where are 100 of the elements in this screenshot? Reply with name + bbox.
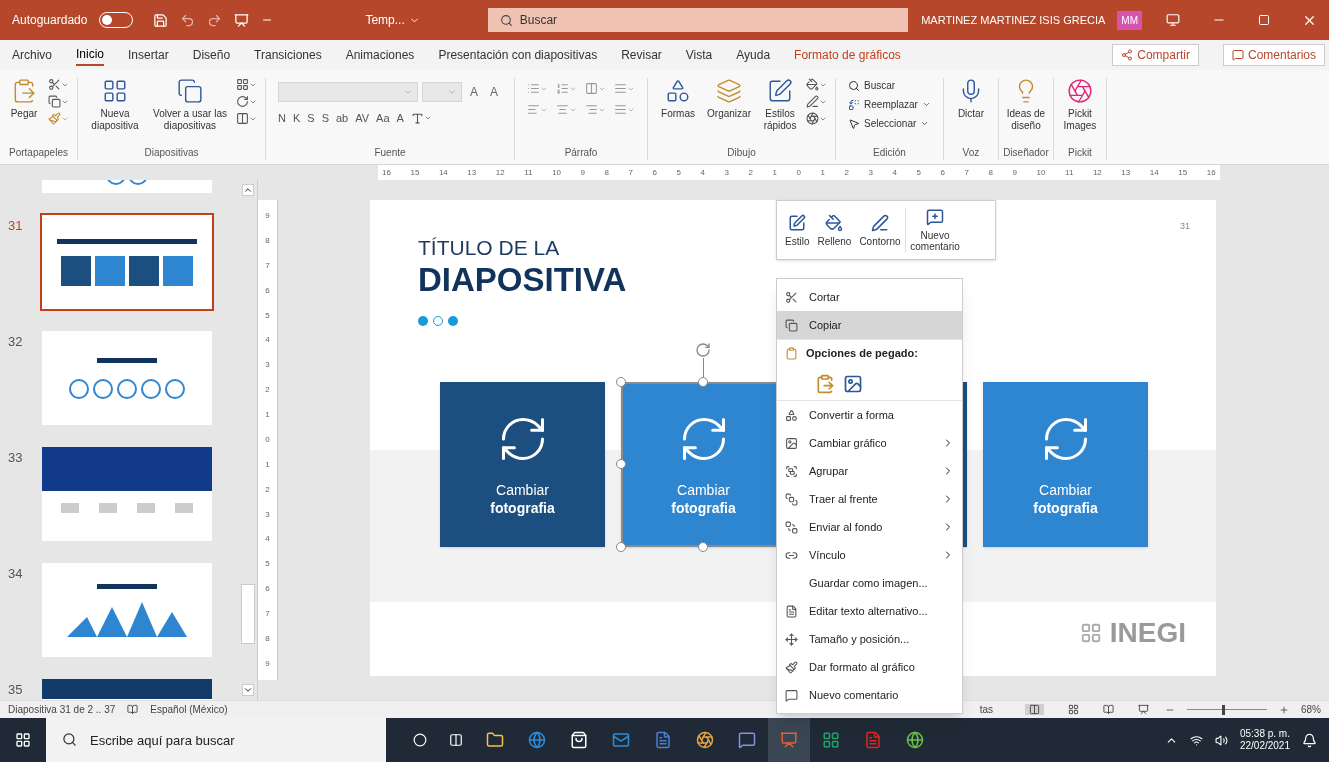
document-icon[interactable] — [654, 731, 672, 749]
ribbon-tab[interactable]: Vista — [685, 44, 713, 66]
book-icon[interactable] — [1103, 704, 1114, 715]
columns-icon[interactable] — [449, 733, 463, 747]
ribbon-tab[interactable]: Diseño — [192, 44, 231, 66]
clock-date[interactable]: 22/02/2021 — [1239, 740, 1290, 752]
zoom-thumb[interactable] — [1221, 704, 1225, 715]
numbering-button[interactable] — [556, 82, 578, 95]
ribbon-tab[interactable]: Insertar — [128, 44, 169, 66]
font-size-button[interactable]: A — [486, 83, 503, 101]
selection-handle[interactable] — [616, 377, 626, 387]
presentation-icon[interactable] — [780, 731, 798, 749]
ribbon-button[interactable]: Dictar — [951, 78, 990, 120]
ribbon-tab[interactable]: Revisar — [621, 44, 662, 66]
scrollbar-thumb[interactable] — [241, 584, 255, 644]
grid-icon[interactable] — [15, 732, 31, 748]
wifi-icon[interactable] — [1189, 733, 1203, 747]
rotate-handle[interactable] — [694, 342, 712, 377]
document-title[interactable]: Temp... — [365, 11, 405, 29]
font-size-field[interactable] — [422, 82, 462, 102]
font-format-button[interactable]: S — [321, 110, 329, 127]
slide-thumbnail[interactable] — [40, 329, 214, 427]
menu-item[interactable]: Dar formato al gráfico — [777, 653, 962, 681]
globe-icon[interactable] — [528, 731, 546, 749]
slide-thumbnail[interactable] — [40, 445, 214, 543]
font-size-button[interactable]: A — [466, 83, 482, 101]
plus-icon[interactable] — [1279, 704, 1289, 715]
menu-item[interactable]: Guardar como imagen... — [777, 569, 962, 597]
mail-icon[interactable] — [612, 731, 630, 749]
bullets-button[interactable] — [527, 82, 549, 95]
shape-effects-button[interactable] — [806, 112, 828, 125]
shape-fill-button[interactable] — [806, 78, 828, 91]
menu-item[interactable]: Copiar — [777, 311, 962, 339]
ribbon-tab[interactable]: Formato de gráficos — [794, 44, 901, 66]
menu-item[interactable]: Tamaño y posición... — [777, 625, 962, 653]
save-icon[interactable] — [153, 12, 169, 28]
redo-icon[interactable] — [207, 12, 223, 28]
image-icon[interactable] — [843, 373, 863, 394]
comments-button[interactable]: Comentarios — [1222, 44, 1325, 66]
slide-thumbnail[interactable] — [40, 213, 214, 311]
reset-button[interactable] — [236, 95, 257, 108]
selection-handle[interactable] — [616, 459, 626, 469]
ribbon-button[interactable]: Volver a usar las diapositivas — [152, 78, 228, 132]
document-icon[interactable] — [864, 731, 882, 749]
comment-icon[interactable] — [738, 731, 756, 749]
ribbon-button[interactable]: Organizar — [704, 78, 755, 132]
clock-time[interactable]: 05:38 p. m. — [1239, 728, 1290, 740]
selection-handle[interactable] — [698, 377, 708, 387]
menu-item[interactable]: Cortar — [777, 283, 962, 311]
scroll-up-button[interactable] — [242, 184, 254, 196]
cut-button[interactable] — [48, 78, 69, 91]
notes-button[interactable]: tas — [979, 702, 993, 717]
menu-item[interactable]: Nuevo comentario — [777, 681, 962, 709]
speaker-icon[interactable] — [1214, 733, 1228, 747]
ribbon-tab[interactable]: Archivo — [12, 44, 52, 66]
photo-tile[interactable]: Cambiar fotografia — [983, 382, 1148, 547]
ribbon-tab[interactable]: Ayuda — [736, 44, 771, 66]
grid-icon[interactable] — [1068, 704, 1079, 715]
ribbon-button[interactable]: Pegar — [8, 78, 40, 125]
language-label[interactable]: Español (México) — [150, 702, 228, 717]
clipboard-icon[interactable] — [815, 373, 835, 394]
monitor-icon[interactable] — [1166, 13, 1180, 27]
presentation-icon[interactable] — [234, 12, 250, 28]
toolbar-button[interactable]: Contorno — [855, 213, 905, 247]
square-icon[interactable] — [1258, 14, 1270, 26]
font-format-button[interactable]: Aa — [376, 110, 390, 127]
photo-tile[interactable]: Cambiar fotografia — [440, 382, 605, 547]
book-icon[interactable] — [127, 704, 139, 715]
find-button[interactable]: Buscar — [848, 78, 931, 93]
menu-item[interactable]: Editar texto alternativo... — [777, 597, 962, 625]
copy-button[interactable] — [48, 95, 69, 108]
toolbar-button[interactable]: Relleno — [813, 213, 856, 247]
font-name-field[interactable] — [278, 82, 418, 102]
zoom-slider[interactable] — [1187, 704, 1267, 715]
slide-thumbnail[interactable] — [40, 561, 214, 659]
columns-button[interactable] — [585, 82, 607, 95]
font-format-button[interactable]: N — [278, 110, 286, 127]
ribbon-tab[interactable]: Animaciones — [345, 44, 415, 66]
aperture-icon[interactable] — [696, 731, 714, 749]
globe-icon[interactable] — [906, 731, 924, 749]
circle-icon[interactable] — [413, 733, 427, 747]
toolbar-button[interactable]: Estilo — [781, 213, 814, 247]
font-format-button[interactable]: K — [292, 110, 301, 127]
select-button[interactable]: Seleccionar — [848, 116, 931, 131]
ribbon-tab[interactable]: Presentación con diapositivas — [438, 44, 598, 66]
ribbon-tab[interactable]: Inicio — [76, 44, 105, 66]
presentation-icon[interactable] — [1138, 704, 1149, 715]
search-field[interactable]: Buscar — [487, 8, 908, 32]
font-format-button[interactable]: A — [396, 110, 404, 127]
font-format-button[interactable]: ab — [336, 110, 349, 127]
ribbon-tab[interactable]: Transiciones — [254, 44, 322, 66]
font-color-button[interactable] — [410, 111, 432, 125]
folder-icon[interactable] — [486, 731, 504, 749]
line-spacing-button[interactable] — [614, 82, 636, 95]
selection-handle[interactable] — [616, 542, 626, 552]
share-button[interactable]: Compartir — [1112, 44, 1199, 66]
justify-button[interactable] — [614, 103, 636, 116]
font-format-button[interactable]: S — [307, 110, 315, 127]
ribbon-button[interactable]: Pickit Images — [1057, 78, 1102, 132]
layout-button[interactable] — [236, 78, 257, 91]
